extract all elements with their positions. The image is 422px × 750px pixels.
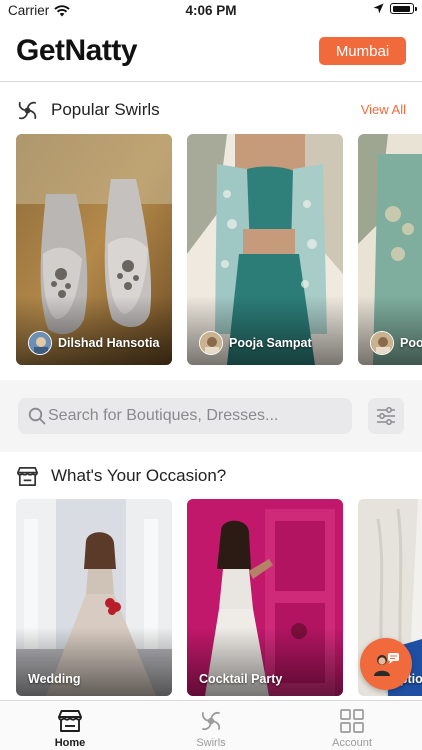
city-selector-button[interactable]: Mumbai [319,37,406,65]
swirls-carousel[interactable]: Dilshad Hansotia Pooja Sampat Poo [0,134,422,366]
filter-sliders-icon [377,407,395,425]
tab-label: Swirls [196,737,226,749]
swirl-author: Dilshad Hansotia [28,331,159,355]
section-title: What's Your Occasion? [51,466,227,485]
avatar [370,331,394,355]
status-bar: Carrier 4:06 PM [0,0,422,22]
occasion-label: Wedding [28,672,81,686]
occasion-image-cocktail [187,499,343,696]
stylist-chat-button[interactable] [360,638,412,690]
brand-logo[interactable]: GetNatty [16,34,138,68]
battery-icon [390,3,417,14]
status-right [373,3,417,14]
storefront-icon [58,710,82,732]
swirl-card[interactable]: Pooja Sampat [187,134,343,365]
swirl-card[interactable]: Dilshad Hansotia [16,134,172,365]
tab-account[interactable]: Account [282,701,422,750]
app-header: GetNatty Mumbai [0,22,422,82]
tab-label: Account [332,737,372,749]
section-title: Popular Swirls [51,100,160,119]
search-input[interactable] [48,398,348,434]
swirl-icon [201,711,221,731]
search-icon [28,407,46,425]
avatar [28,331,52,355]
swirl-author: Pooja Sampat [199,331,312,355]
stylist-chat-icon [374,653,399,676]
occasion-image-wedding [16,499,172,696]
view-all-link[interactable]: View All [361,102,406,117]
battery-level [392,5,410,12]
location-arrow-icon [373,3,384,14]
occasion-header: What's Your Occasion? [0,456,422,496]
filter-button[interactable] [368,398,404,434]
swirl-author-name: Dilshad Hansotia [58,336,160,350]
search-box[interactable] [18,398,352,434]
swirl-author-name: Pooja Sampat [229,336,312,350]
storefront-icon [17,466,38,487]
swirl-author-name: Pooja Sampat [400,336,422,350]
tab-label: Home [54,737,86,749]
swirl-author: Pooja Sampat [370,331,422,355]
grid-icon [340,709,364,733]
tab-home[interactable]: Home [0,701,140,750]
avatar [199,331,223,355]
tab-swirls[interactable]: Swirls [141,701,281,750]
tab-bar: Home Swirls Account [0,700,422,750]
swirl-card[interactable]: Pooja Sampat [358,134,422,365]
occasion-card[interactable]: Cocktail Party [187,499,343,696]
occasion-label: Cocktail Party [199,672,283,686]
occasion-card[interactable]: Wedding [16,499,172,696]
occasion-carousel[interactable]: Wedding Cocktail Party [0,499,422,697]
swirl-icon [18,101,37,120]
clock: 4:06 PM [185,3,237,18]
search-band [0,380,422,452]
popular-swirls-header: Popular Swirls View All [0,90,422,130]
